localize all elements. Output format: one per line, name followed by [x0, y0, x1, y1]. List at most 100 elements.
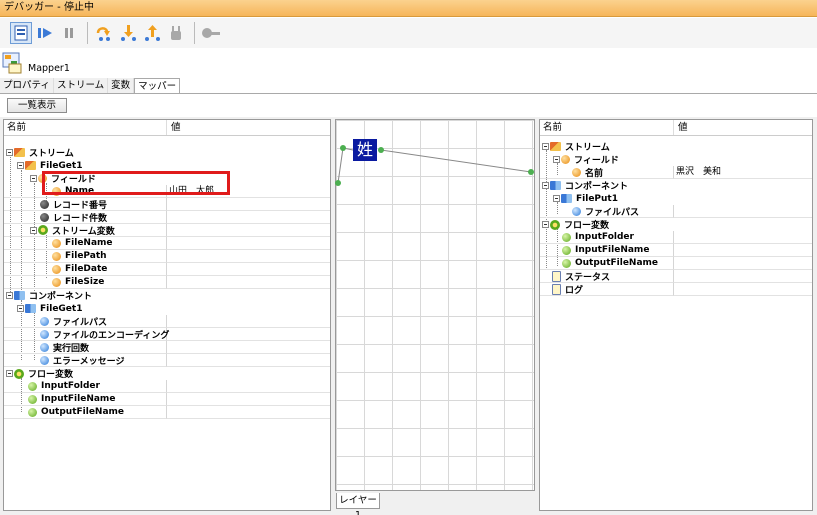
tab-properties[interactable]: プロパティ: [0, 78, 54, 94]
variable-icon: [52, 277, 61, 287]
tree-row[interactable]: FileSize: [4, 276, 330, 289]
tree-row[interactable]: ファイルパス: [4, 315, 330, 328]
tree-row[interactable]: コンポーネント: [540, 179, 812, 192]
tree-row[interactable]: ストリーム: [4, 146, 330, 159]
tree-value: [167, 211, 330, 224]
tree-label: OutputFileName: [41, 407, 125, 417]
value-column-header: 値: [678, 122, 688, 133]
tree-row[interactable]: 実行回数: [4, 341, 330, 354]
collapse-icon[interactable]: [6, 292, 13, 299]
tab-bar: プロパティ ストリーム 変数 マッパー: [0, 78, 181, 94]
tree-row[interactable]: ストリーム変数: [4, 224, 330, 237]
tree-label: ファイルパス: [53, 317, 108, 328]
variable-icon: [562, 258, 571, 268]
tree-label: InputFolder: [575, 232, 634, 242]
tree-row[interactable]: InputFolder: [540, 231, 812, 244]
tree-value: [167, 237, 330, 250]
connector-dot[interactable]: [378, 147, 384, 153]
tree-row[interactable]: ログ: [540, 283, 812, 296]
collapse-icon[interactable]: [6, 370, 13, 377]
collapse-icon[interactable]: [542, 182, 549, 189]
collapse-icon[interactable]: [6, 149, 13, 156]
tree-row[interactable]: InputFolder: [4, 380, 330, 393]
tab-stream[interactable]: ストリーム: [53, 78, 109, 94]
breakpoint-button[interactable]: [200, 22, 222, 44]
collapse-icon[interactable]: [542, 143, 549, 150]
tree-row[interactable]: OutputFileName: [540, 257, 812, 270]
tree-label: ストリーム: [29, 149, 74, 159]
tree-row[interactable]: FileName: [4, 237, 330, 250]
record-number-icon: [40, 199, 49, 209]
property-icon: [40, 316, 49, 326]
tree-row[interactable]: InputFileName: [540, 244, 812, 257]
step-over-button[interactable]: [93, 22, 115, 44]
collapse-icon[interactable]: [30, 226, 37, 234]
tree-row[interactable]: コンポーネント: [4, 289, 330, 302]
tree-row[interactable]: フロー変数: [4, 367, 330, 380]
run-button[interactable]: [34, 22, 56, 44]
collapse-icon[interactable]: [553, 195, 560, 202]
tree-row[interactable]: ステータス: [540, 270, 812, 283]
tab-layer-1[interactable]: レイヤー1: [336, 493, 380, 515]
tree-row[interactable]: OutputFileName: [4, 406, 330, 419]
tree-row[interactable]: エラーメッセージ: [4, 354, 330, 367]
tree-row[interactable]: フロー変数: [540, 218, 812, 231]
connector-dot[interactable]: [528, 169, 534, 175]
collapse-icon[interactable]: [30, 175, 37, 182]
pause-button[interactable]: [58, 22, 80, 44]
tree-label: レコード件数: [53, 213, 108, 224]
tree-row[interactable]: FileDate: [4, 263, 330, 276]
tree-row[interactable]: ファイルのエンコーディング: [4, 328, 330, 341]
tree-row[interactable]: レコード番号: [4, 198, 330, 211]
stream-icon: [550, 142, 561, 151]
tree-label: ステータス: [565, 272, 611, 283]
tree-value: [167, 341, 330, 354]
connector-dot[interactable]: [335, 180, 341, 186]
tree-row[interactable]: レコード件数: [4, 211, 330, 224]
step-into-button[interactable]: [117, 22, 139, 44]
record-count-icon: [40, 212, 49, 222]
variable-icon: [52, 251, 61, 261]
variable-icon: [28, 394, 37, 404]
connector-dot[interactable]: [340, 145, 346, 151]
tree-label: InputFileName: [41, 394, 116, 404]
collapse-icon[interactable]: [17, 305, 24, 312]
tree-label: 名前: [585, 168, 604, 179]
tab-mapper[interactable]: マッパー: [134, 78, 181, 94]
list-view-button[interactable]: 一覧表示: [7, 98, 67, 113]
toolbar: [0, 18, 817, 48]
step-out-button[interactable]: [141, 22, 163, 44]
mapper-header: Mapper1: [0, 50, 817, 76]
tab-variables[interactable]: 変数: [108, 78, 135, 94]
value-column-header: 値: [171, 122, 181, 133]
tree-label: FileName: [65, 238, 113, 248]
tree-value: [167, 224, 330, 237]
tree-row[interactable]: フィールド: [540, 153, 812, 166]
tree-row[interactable]: ファイルパス: [540, 205, 812, 218]
tree-row[interactable]: FilePath: [4, 250, 330, 263]
variable-icon: [52, 264, 61, 274]
tree-label: コンポーネント: [565, 182, 629, 192]
tree-label: エラーメッセージ: [53, 356, 125, 367]
tree-value: [674, 205, 812, 218]
target-tree-header: 名前 値: [540, 120, 812, 136]
tree-row[interactable]: 名前 黒沢 美和: [540, 166, 812, 179]
tree-row[interactable]: FileGet1: [4, 302, 330, 315]
tree-value: [167, 250, 330, 263]
tree-row[interactable]: ストリーム: [540, 140, 812, 153]
tree-label: FileGet1: [40, 303, 83, 314]
log-icon: [552, 283, 561, 295]
collapse-icon[interactable]: [553, 156, 560, 163]
collapse-icon[interactable]: [542, 221, 549, 228]
variable-icon: [52, 238, 61, 248]
property-icon: [40, 342, 49, 352]
toggle-panel-button[interactable]: [10, 22, 32, 44]
tree-row[interactable]: FilePut1: [540, 192, 812, 205]
collapse-icon[interactable]: [17, 162, 24, 169]
tree-value: [167, 406, 330, 419]
plugin-button[interactable]: [165, 22, 187, 44]
mapping-node[interactable]: 姓: [353, 139, 377, 161]
tree-row[interactable]: InputFileName: [4, 393, 330, 406]
tree-label: ファイルパス: [585, 207, 640, 218]
run-icon: [38, 28, 52, 38]
